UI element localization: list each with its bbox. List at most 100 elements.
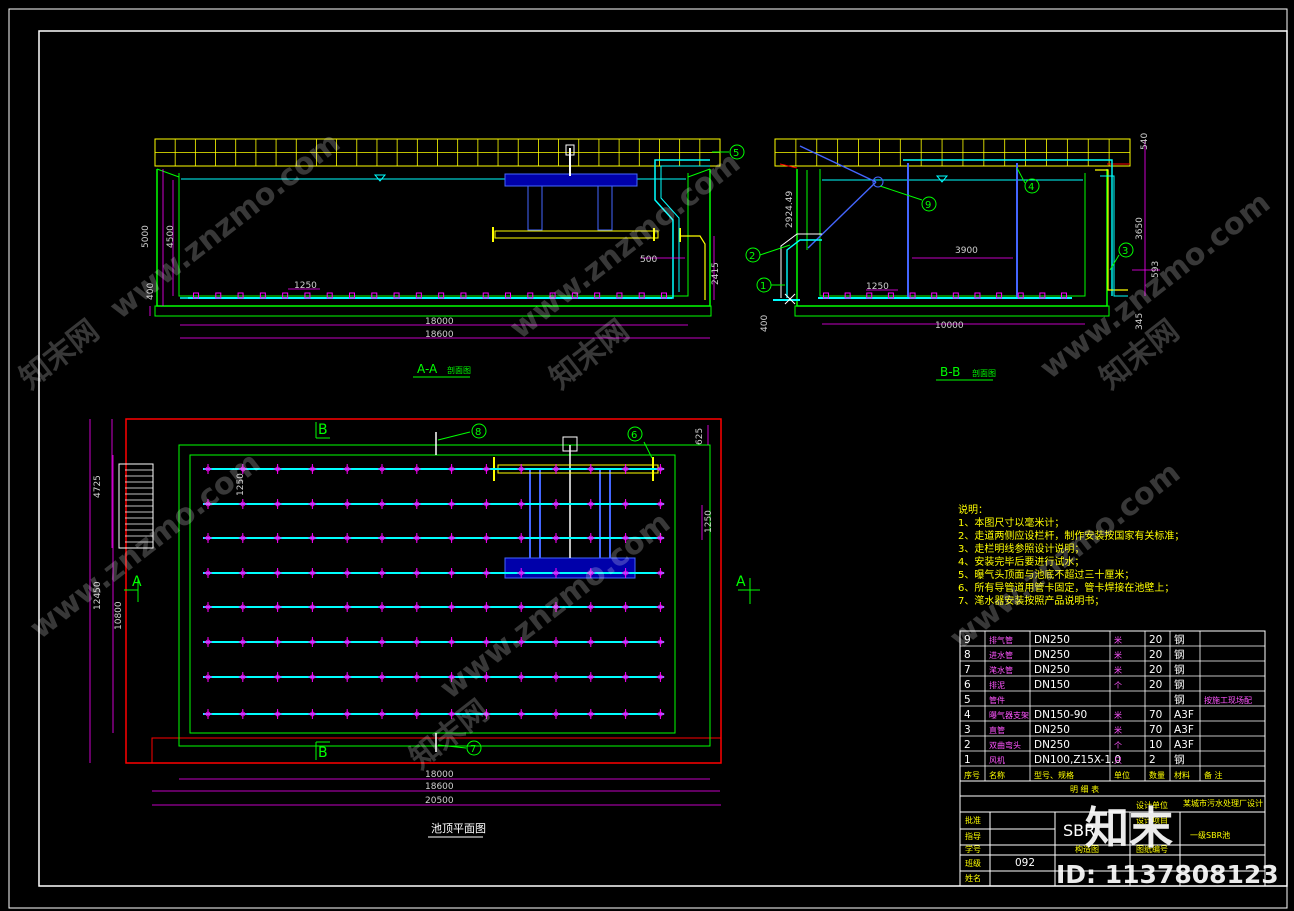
table-cell: 20 [1149,664,1162,676]
table-cell: 6 [964,679,971,691]
table-cell: 20 [1149,649,1162,661]
tb-project: 某城市污水处理厂设计 [1183,798,1263,808]
table-cell: DN250 [1034,634,1070,646]
tb-label-class: 班级 [965,858,981,868]
table-cell: 钢 [1174,693,1185,706]
table-header: 数量 [1149,770,1165,780]
table-cell: DN100,Z15X-1.0 [1034,754,1121,766]
aa-dim-2415: 2415 [711,262,721,285]
table-cell: 风机 [989,755,1005,765]
watermark-id: ID: 1137808123 [1056,860,1279,889]
table-cell: 双曲弯头 [989,740,1021,750]
table-cell: 10 [1149,739,1162,751]
bb-dim-3900: 3900 [955,246,978,256]
aa-dim-18600: 18600 [425,330,454,340]
aa-dim-18000: 18000 [425,317,454,327]
tb-drawing-no: 一级SBR池 [1190,830,1230,840]
section-mark-a-right: A [736,574,746,590]
table-cell: 直管 [989,725,1005,735]
table-header: 备 注 [1204,770,1223,780]
table-cell: DN150-90 [1034,709,1087,721]
table-cell: 进水管 [989,650,1013,660]
table-cell: 滗水管 [989,665,1013,675]
table-cell: 曝气器支架 [989,710,1029,720]
table-cell: 排气管 [989,635,1013,645]
table-header: 材料 [1174,770,1190,780]
bb-dim-1250: 1250 [866,282,889,292]
aa-dim-1250: 1250 [294,281,317,291]
table-cell: 钢 [1174,663,1185,676]
bb-dim-540: 540 [1140,133,1150,150]
tb-label-approve: 批准 [965,815,981,825]
bb-dim-10000: 10000 [935,321,964,331]
table-cell: 7 [964,664,971,676]
bb-section-suffix: 剖面图 [972,368,996,378]
watermark-logo: 知末 [1085,803,1173,854]
bb-section-title: B-B [940,365,960,379]
table-cell: 70 [1149,709,1162,721]
table-cell: A3F [1174,739,1194,751]
callout-9: 9 [925,200,931,211]
table-cell: 1 [964,754,971,766]
table-cell: 2 [1149,754,1156,766]
table-cell: 只 [1114,756,1122,765]
table-cell: 米 [1114,725,1122,735]
plan-title: 池顶平面图 [431,822,486,835]
table-header: 单位 [1114,770,1130,780]
tb-label-studentno: 学号 [965,844,981,854]
tb-class-no: 092 [1015,857,1035,869]
table-cell: 个 [1114,681,1122,690]
aa-section-title: A-A [417,362,438,376]
table-cell: 米 [1114,635,1122,645]
bb-dim-2924: 2924.49 [785,191,795,228]
callout-4: 4 [1028,182,1034,193]
table-header: 名称 [989,770,1005,780]
bb-dim-3650: 3650 [1135,217,1145,240]
plan-dim-625: 625 [695,428,705,445]
table-cell: DN250 [1034,664,1070,676]
note-1: 1、本图尺寸以毫米计； [958,516,1064,529]
section-mark-b-top: B [318,422,328,438]
cad-drawing-canvas: 5000 4500 400 1250 18000 18600 500 2415 … [0,0,1294,911]
callout-6: 6 [631,430,637,441]
table-cell: 2 [964,739,971,751]
table-cell: 钢 [1174,648,1185,661]
table-cell: 4 [964,709,971,721]
table-cell: 3 [964,724,971,736]
table-cell: 米 [1114,665,1122,675]
table-cell: 个 [1114,741,1122,750]
plan-dim-4725: 4725 [93,475,103,498]
plan-dim-1250b: 1250 [704,510,714,533]
aa-dim-5000: 5000 [141,225,151,248]
table-cell: 米 [1114,710,1122,720]
table-cell: 按施工现场配 [1204,695,1252,705]
table-cell: 排泥 [989,680,1005,690]
table-cell: 管件 [989,695,1005,705]
callout-8: 8 [475,427,481,438]
table-footer: 明 细 表 [1070,784,1099,794]
aa-dim-500: 500 [640,255,657,265]
table-cell: 20 [1149,679,1162,691]
aa-section-suffix: 剖面图 [447,365,471,375]
table-cell: 钢 [1174,633,1185,646]
plan-dim-18600: 18600 [425,782,454,792]
table-cell: 米 [1114,650,1122,660]
table-cell: 钢 [1174,753,1185,766]
callout-7: 7 [470,744,476,755]
table-cell: DN150 [1034,679,1070,691]
table-cell: A3F [1174,724,1194,736]
table-cell: 70 [1149,724,1162,736]
bb-dim-400: 400 [760,315,770,332]
table-header: 序号 [964,770,980,780]
table-cell: DN250 [1034,724,1070,736]
table-header: 型号、规格 [1034,770,1074,780]
plan-dim-10800: 10800 [114,601,124,630]
table-cell: DN250 [1034,739,1070,751]
callout-3: 3 [1122,246,1128,257]
callout-1: 1 [760,281,766,292]
table-cell: A3F [1174,709,1194,721]
table-cell: 20 [1149,634,1162,646]
table-cell: DN250 [1034,649,1070,661]
callout-2: 2 [749,251,755,262]
notes-heading: 说明： [958,503,988,516]
